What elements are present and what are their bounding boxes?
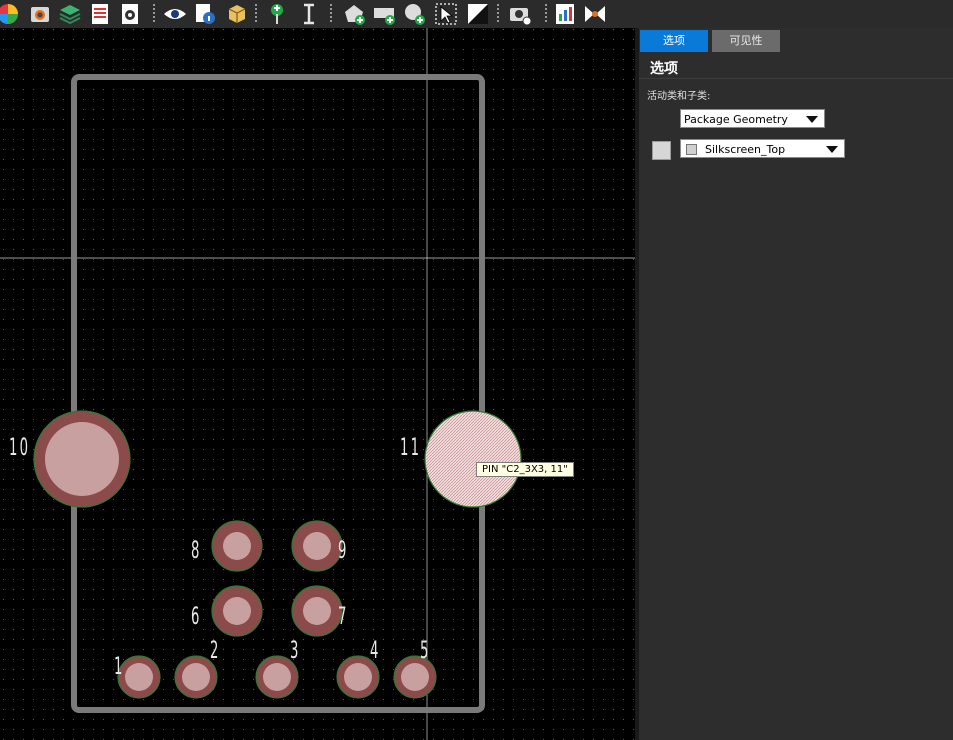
gear-document-icon[interactable] [118, 2, 142, 26]
pin-label-8: 8 [191, 536, 202, 564]
pin-label-9: 9 [338, 536, 349, 564]
class-dropdown[interactable]: Package Geometry [680, 109, 825, 128]
subclass-dropdown-value: Silkscreen_Top [705, 143, 786, 156]
add-shape-icon[interactable] [342, 2, 366, 26]
pin-tooltip: PIN "C2_3X3, 11" [476, 462, 574, 477]
pin-label-4: 4 [370, 636, 381, 664]
camera-settings-icon[interactable] [508, 2, 532, 26]
pad-7-drill [303, 597, 331, 625]
subclass-color-icon [686, 144, 697, 155]
half-fill-icon[interactable] [466, 2, 490, 26]
pin-label-7: 7 [338, 602, 349, 630]
text-cursor-icon[interactable] [297, 2, 321, 26]
pad-11-copper [424, 410, 522, 508]
pad-3-drill [263, 663, 291, 691]
pad-4-drill [344, 663, 372, 691]
pin-label-11: 11 [400, 433, 422, 461]
board-view[interactable] [0, 28, 635, 740]
pad-9-drill [303, 532, 331, 560]
add-pin-icon[interactable] [265, 2, 289, 26]
info-document-icon[interactable] [193, 2, 217, 26]
add-rectangle-icon[interactable] [372, 2, 396, 26]
add-circle-icon[interactable] [402, 2, 426, 26]
eye-icon[interactable] [163, 2, 187, 26]
toolbar-separator [255, 4, 257, 24]
options-panel: 选项 可见性 选项 活动类和子类: Package Geometry Silks… [639, 28, 953, 740]
pin-label-6: 6 [191, 602, 202, 630]
pad-5-drill [401, 663, 429, 691]
select-cursor-icon[interactable] [434, 2, 458, 26]
toolbar-separator [153, 4, 155, 24]
toolbar-separator [330, 4, 332, 24]
pad-8[interactable] [211, 520, 263, 572]
pad-6-drill [223, 597, 251, 625]
report-chart-icon[interactable] [553, 2, 577, 26]
panel-divider [639, 78, 953, 79]
camera-layers-icon[interactable] [28, 2, 52, 26]
chevron-down-icon [826, 146, 838, 153]
subclass-dropdown[interactable]: Silkscreen_Top [680, 139, 845, 158]
pad-1-drill [125, 663, 153, 691]
tab-visibility[interactable]: 可见性 [712, 30, 780, 52]
subclass-color-swatch[interactable] [652, 141, 671, 160]
pin-label-5: 5 [420, 636, 431, 664]
pad-7[interactable] [291, 585, 343, 637]
spreadsheet-icon[interactable] [88, 2, 112, 26]
pad-9[interactable] [291, 520, 343, 572]
tab-options[interactable]: 选项 [640, 30, 708, 52]
class-dropdown-value: Package Geometry [684, 113, 788, 126]
pin-label-2: 2 [210, 636, 221, 664]
pin-label-10: 10 [9, 433, 31, 461]
pin-label-1: 1 [114, 652, 125, 680]
pad-6[interactable] [211, 585, 263, 637]
pad-11[interactable] [424, 410, 522, 508]
pin-label-3: 3 [290, 636, 301, 664]
chevron-down-icon [806, 116, 818, 123]
panel-title: 选项 [650, 61, 678, 77]
toolbar-separator [545, 4, 547, 24]
pad-10[interactable] [33, 410, 131, 508]
3d-box-icon[interactable] [225, 2, 249, 26]
toolbar [0, 0, 953, 28]
active-class-label: 活动类和子类: [647, 91, 711, 102]
toolbar-separator [497, 4, 499, 24]
pad-2-drill [182, 663, 210, 691]
bowtie-icon[interactable] [583, 2, 607, 26]
color-wheel-icon[interactable] [0, 2, 20, 26]
pad-8-drill [223, 532, 251, 560]
pad-10-drill [45, 422, 119, 496]
design-canvas[interactable]: 1 2 3 4 5 6 7 8 9 10 11 PIN "C2_3X3, 11" [0, 28, 635, 740]
layers-icon[interactable] [58, 2, 82, 26]
